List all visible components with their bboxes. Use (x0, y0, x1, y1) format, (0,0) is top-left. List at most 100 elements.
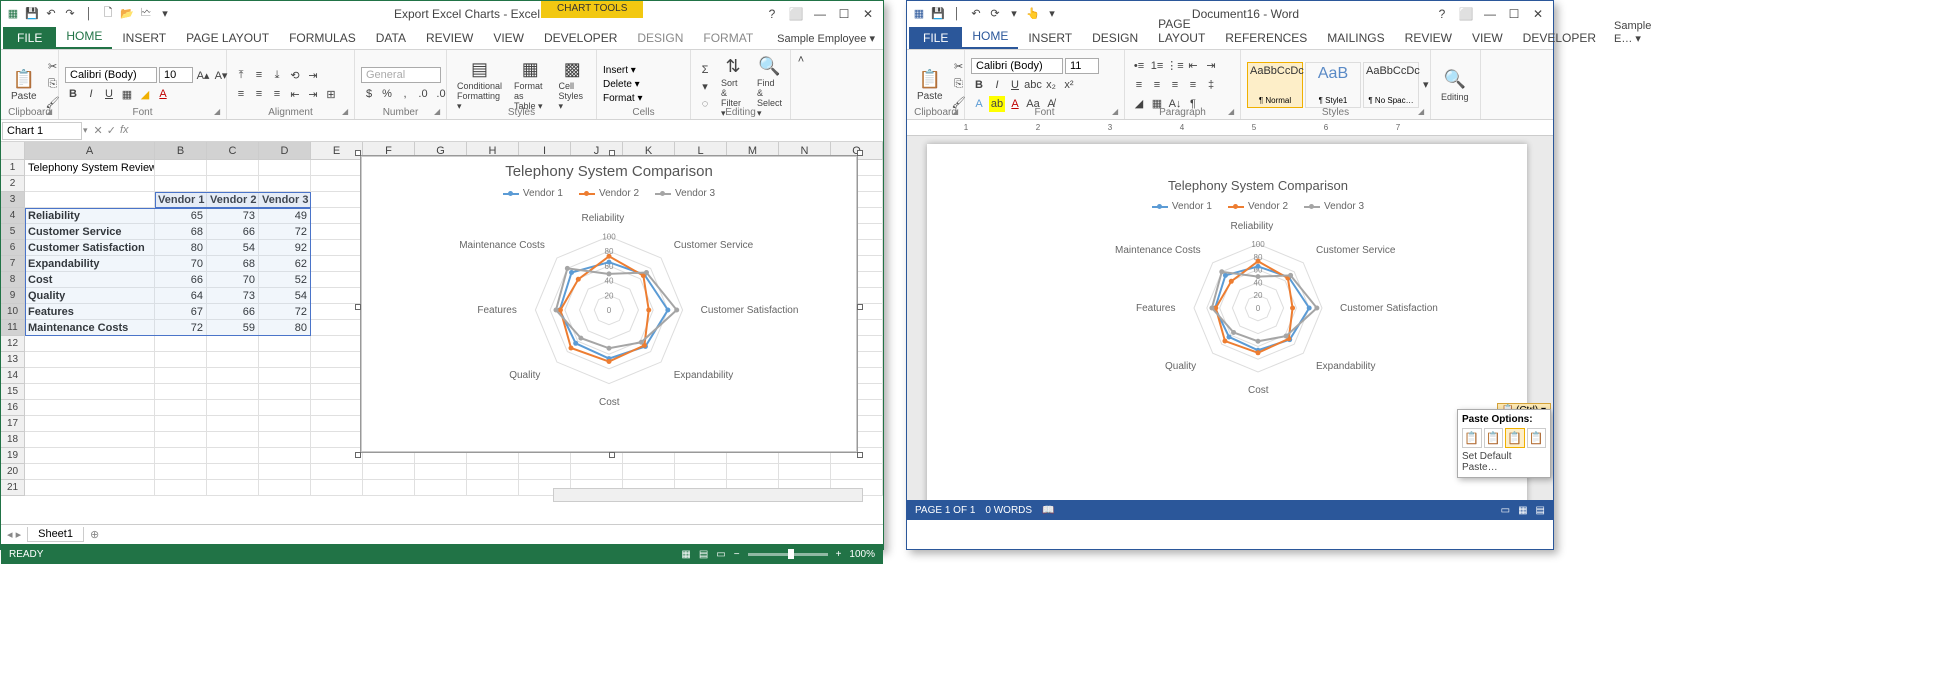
cell[interactable] (155, 464, 207, 480)
cell[interactable]: 59 (207, 320, 259, 336)
cell[interactable] (259, 416, 311, 432)
user-menu[interactable]: Sample E… ▾ (1606, 16, 1659, 49)
cell[interactable] (311, 416, 363, 432)
cell[interactable] (259, 464, 311, 480)
subscript-icon[interactable]: x₂ (1043, 77, 1059, 93)
justify-icon[interactable]: ≡ (1185, 77, 1201, 93)
new-file-icon[interactable]: 🗋 (100, 6, 116, 22)
cell[interactable] (207, 448, 259, 464)
cell[interactable] (207, 432, 259, 448)
cell[interactable] (415, 464, 467, 480)
tab-developer[interactable]: DEVELOPER (534, 27, 627, 49)
embedded-chart[interactable]: Telephony System Comparison Vendor 1Vend… (361, 156, 857, 452)
font-color-icon[interactable]: A (155, 86, 171, 102)
align-right-icon[interactable]: ≡ (269, 86, 285, 102)
row-header[interactable]: 7 (1, 256, 25, 272)
tab-chart-format[interactable]: FORMAT (693, 27, 763, 49)
cell[interactable] (727, 464, 779, 480)
number-format-combo[interactable]: General (361, 67, 441, 83)
tab-data[interactable]: DATA (366, 27, 416, 49)
cell[interactable]: 66 (207, 304, 259, 320)
paste-use-dest-icon[interactable]: 📋 (1484, 428, 1504, 448)
minimize-icon[interactable]: — (1479, 5, 1501, 23)
tab-page-layout[interactable]: PAGE LAYOUT (1148, 13, 1215, 49)
enter-formula-icon[interactable]: ✓ (107, 124, 116, 137)
view-page-layout-icon[interactable]: ▤ (699, 549, 708, 560)
cell[interactable]: 92 (259, 240, 311, 256)
cell[interactable] (259, 336, 311, 352)
cell[interactable]: Features (25, 304, 155, 320)
cell[interactable] (415, 480, 467, 496)
redo-icon[interactable]: ↷ (62, 6, 78, 22)
line-spacing-icon[interactable]: ‡ (1203, 77, 1219, 93)
align-top-icon[interactable]: ⤒ (233, 67, 249, 83)
clipboard-dialog-launcher-icon[interactable]: ◢ (46, 107, 56, 117)
increase-indent-icon[interactable]: ⇥ (1203, 58, 1219, 74)
new-sheet-icon[interactable]: ⊕ (90, 528, 99, 541)
paste-button[interactable]: 📋 Paste (7, 65, 41, 104)
tab-mailings[interactable]: MAILINGS (1317, 27, 1394, 49)
style-item[interactable]: AaBbCcDc¶ No Spac… (1363, 62, 1419, 108)
increase-font-icon[interactable]: A▴ (195, 67, 211, 83)
cell[interactable] (207, 336, 259, 352)
cell[interactable] (311, 208, 363, 224)
underline-button[interactable]: U (1007, 77, 1023, 93)
tab-view[interactable]: VIEW (483, 27, 534, 49)
cell[interactable] (207, 464, 259, 480)
cell[interactable] (259, 432, 311, 448)
cell[interactable]: 65 (155, 208, 207, 224)
cell[interactable] (155, 368, 207, 384)
cell[interactable]: 66 (207, 224, 259, 240)
save-icon[interactable]: 💾 (24, 6, 40, 22)
tab-home[interactable]: HOME (56, 25, 112, 49)
cell[interactable] (207, 416, 259, 432)
row-header[interactable]: 18 (1, 432, 25, 448)
row-header[interactable]: 12 (1, 336, 25, 352)
sheet-nav[interactable]: ◂ ▸ (7, 528, 21, 541)
minimize-icon[interactable]: — (809, 5, 831, 23)
cell[interactable] (25, 368, 155, 384)
superscript-icon[interactable]: x² (1061, 77, 1077, 93)
underline-button[interactable]: U (101, 86, 117, 102)
cell[interactable]: 72 (155, 320, 207, 336)
zoom-level[interactable]: 100% (849, 549, 875, 560)
maximize-icon[interactable]: ☐ (833, 5, 855, 23)
paste-keep-source-icon[interactable]: 📋 (1462, 428, 1482, 448)
cell[interactable] (311, 352, 363, 368)
view-read-mode-icon[interactable]: ▭ (1501, 505, 1510, 516)
cell[interactable] (25, 384, 155, 400)
cell[interactable] (25, 400, 155, 416)
format-cells-button[interactable]: Format ▾ (603, 93, 642, 104)
tab-references[interactable]: REFERENCES (1215, 27, 1317, 49)
cell[interactable] (363, 480, 415, 496)
row-header[interactable]: 1 (1, 160, 25, 176)
cell[interactable]: 52 (259, 272, 311, 288)
redo-icon[interactable]: ⟳ (987, 6, 1003, 22)
cell[interactable] (311, 480, 363, 496)
cell[interactable] (155, 448, 207, 464)
row-header[interactable]: 14 (1, 368, 25, 384)
strikethrough-icon[interactable]: abc (1025, 77, 1041, 93)
cell[interactable]: Quality (25, 288, 155, 304)
decrease-indent-icon[interactable]: ⇤ (1185, 58, 1201, 74)
view-page-break-icon[interactable]: ▭ (716, 549, 725, 560)
cell[interactable] (25, 416, 155, 432)
font-dialog-launcher-icon[interactable]: ◢ (214, 107, 224, 117)
font-name-combo[interactable]: Calibri (Body) (971, 58, 1063, 74)
tab-design[interactable]: DESIGN (1082, 27, 1148, 49)
cell[interactable] (259, 448, 311, 464)
view-print-layout-icon[interactable]: ▦ (1518, 505, 1527, 516)
style-item[interactable]: AaB¶ Style1 (1305, 62, 1361, 108)
cell[interactable] (311, 464, 363, 480)
name-box[interactable]: Chart 1 (2, 122, 82, 140)
cell[interactable]: 54 (259, 288, 311, 304)
paste-button[interactable]: 📋Paste (913, 65, 947, 104)
align-left-icon[interactable]: ≡ (1131, 77, 1147, 93)
cell[interactable] (155, 336, 207, 352)
qat-customize-icon[interactable]: ▾ (1044, 6, 1060, 22)
font-dialog-launcher-icon[interactable]: ◢ (1112, 107, 1122, 117)
cell[interactable] (155, 432, 207, 448)
row-header[interactable]: 15 (1, 384, 25, 400)
style-item[interactable]: AaBbCcDc¶ Normal (1247, 62, 1303, 108)
cell[interactable]: 62 (259, 256, 311, 272)
